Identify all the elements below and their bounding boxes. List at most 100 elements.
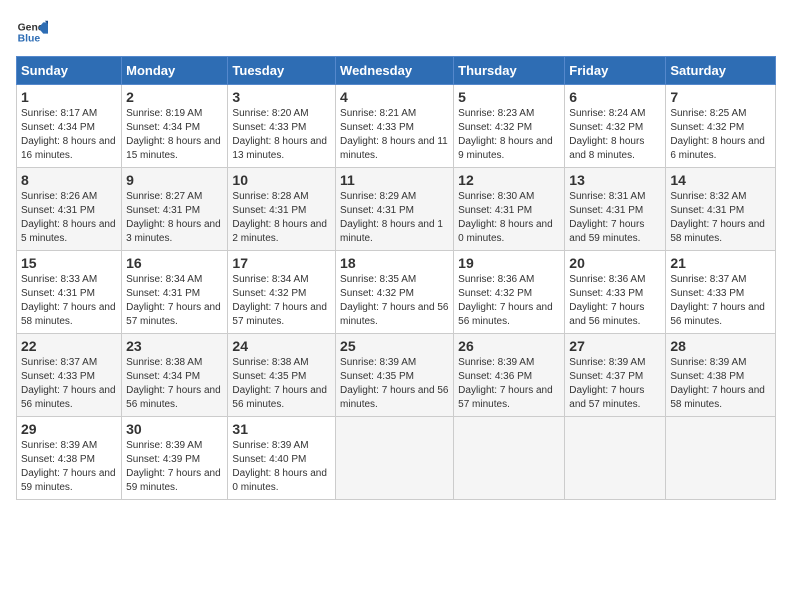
- daylight: Daylight: 7 hours and 57 minutes.: [232, 302, 327, 327]
- sunset: Sunset: 4:33 PM: [670, 288, 744, 299]
- calendar-cell: [565, 417, 666, 500]
- sunrise: Sunrise: 8:38 AM: [232, 357, 308, 368]
- day-info: Sunrise: 8:28 AM Sunset: 4:31 PM Dayligh…: [232, 190, 331, 246]
- header-row: SundayMondayTuesdayWednesdayThursdayFrid…: [17, 57, 776, 85]
- calendar-week-4: 22 Sunrise: 8:37 AM Sunset: 4:33 PM Dayl…: [17, 334, 776, 417]
- calendar-cell: 6 Sunrise: 8:24 AM Sunset: 4:32 PM Dayli…: [565, 85, 666, 168]
- day-number: 9: [126, 172, 223, 188]
- day-info: Sunrise: 8:33 AM Sunset: 4:31 PM Dayligh…: [21, 273, 117, 329]
- sunrise: Sunrise: 8:37 AM: [21, 357, 97, 368]
- calendar-cell: 10 Sunrise: 8:28 AM Sunset: 4:31 PM Dayl…: [228, 168, 336, 251]
- calendar-week-5: 29 Sunrise: 8:39 AM Sunset: 4:38 PM Dayl…: [17, 417, 776, 500]
- sunrise: Sunrise: 8:39 AM: [569, 357, 645, 368]
- sunset: Sunset: 4:32 PM: [569, 122, 643, 133]
- calendar-cell: 28 Sunrise: 8:39 AM Sunset: 4:38 PM Dayl…: [666, 334, 776, 417]
- daylight: Daylight: 8 hours and 2 minutes.: [232, 219, 327, 244]
- day-number: 3: [232, 89, 331, 105]
- sunrise: Sunrise: 8:20 AM: [232, 108, 308, 119]
- daylight: Daylight: 7 hours and 57 minutes.: [126, 302, 221, 327]
- calendar-cell: 4 Sunrise: 8:21 AM Sunset: 4:33 PM Dayli…: [336, 85, 454, 168]
- day-info: Sunrise: 8:39 AM Sunset: 4:38 PM Dayligh…: [21, 439, 117, 495]
- calendar-cell: 22 Sunrise: 8:37 AM Sunset: 4:33 PM Dayl…: [17, 334, 122, 417]
- day-number: 26: [458, 338, 560, 354]
- sunset: Sunset: 4:34 PM: [126, 122, 200, 133]
- sunrise: Sunrise: 8:31 AM: [569, 191, 645, 202]
- day-number: 14: [670, 172, 771, 188]
- day-number: 24: [232, 338, 331, 354]
- sunrise: Sunrise: 8:39 AM: [126, 440, 202, 451]
- sunrise: Sunrise: 8:33 AM: [21, 274, 97, 285]
- sunrise: Sunrise: 8:17 AM: [21, 108, 97, 119]
- daylight: Daylight: 8 hours and 5 minutes.: [21, 219, 116, 244]
- day-number: 6: [569, 89, 661, 105]
- calendar-cell: 30 Sunrise: 8:39 AM Sunset: 4:39 PM Dayl…: [122, 417, 228, 500]
- day-info: Sunrise: 8:23 AM Sunset: 4:32 PM Dayligh…: [458, 107, 560, 163]
- calendar-week-1: 1 Sunrise: 8:17 AM Sunset: 4:34 PM Dayli…: [17, 85, 776, 168]
- weekday-header-tuesday: Tuesday: [228, 57, 336, 85]
- day-number: 30: [126, 421, 223, 437]
- weekday-header-saturday: Saturday: [666, 57, 776, 85]
- daylight: Daylight: 7 hours and 56 minutes.: [458, 302, 553, 327]
- sunset: Sunset: 4:33 PM: [21, 371, 95, 382]
- calendar-cell: [336, 417, 454, 500]
- day-info: Sunrise: 8:38 AM Sunset: 4:34 PM Dayligh…: [126, 356, 223, 412]
- sunrise: Sunrise: 8:34 AM: [232, 274, 308, 285]
- calendar-cell: 17 Sunrise: 8:34 AM Sunset: 4:32 PM Dayl…: [228, 251, 336, 334]
- sunset: Sunset: 4:31 PM: [232, 205, 306, 216]
- daylight: Daylight: 7 hours and 58 minutes.: [670, 219, 765, 244]
- daylight: Daylight: 7 hours and 59 minutes.: [21, 468, 116, 493]
- day-info: Sunrise: 8:34 AM Sunset: 4:32 PM Dayligh…: [232, 273, 331, 329]
- sunset: Sunset: 4:31 PM: [458, 205, 532, 216]
- day-number: 12: [458, 172, 560, 188]
- calendar-cell: 20 Sunrise: 8:36 AM Sunset: 4:33 PM Dayl…: [565, 251, 666, 334]
- sunrise: Sunrise: 8:30 AM: [458, 191, 534, 202]
- sunrise: Sunrise: 8:28 AM: [232, 191, 308, 202]
- sunrise: Sunrise: 8:24 AM: [569, 108, 645, 119]
- day-info: Sunrise: 8:32 AM Sunset: 4:31 PM Dayligh…: [670, 190, 771, 246]
- calendar-table: SundayMondayTuesdayWednesdayThursdayFrid…: [16, 56, 776, 500]
- day-info: Sunrise: 8:21 AM Sunset: 4:33 PM Dayligh…: [340, 107, 449, 163]
- day-number: 16: [126, 255, 223, 271]
- sunset: Sunset: 4:33 PM: [232, 122, 306, 133]
- day-number: 13: [569, 172, 661, 188]
- day-info: Sunrise: 8:31 AM Sunset: 4:31 PM Dayligh…: [569, 190, 661, 246]
- calendar-cell: 1 Sunrise: 8:17 AM Sunset: 4:34 PM Dayli…: [17, 85, 122, 168]
- calendar-cell: 23 Sunrise: 8:38 AM Sunset: 4:34 PM Dayl…: [122, 334, 228, 417]
- calendar-cell: 15 Sunrise: 8:33 AM Sunset: 4:31 PM Dayl…: [17, 251, 122, 334]
- day-number: 18: [340, 255, 449, 271]
- sunrise: Sunrise: 8:38 AM: [126, 357, 202, 368]
- calendar-cell: 29 Sunrise: 8:39 AM Sunset: 4:38 PM Dayl…: [17, 417, 122, 500]
- calendar-cell: 19 Sunrise: 8:36 AM Sunset: 4:32 PM Dayl…: [454, 251, 565, 334]
- day-info: Sunrise: 8:34 AM Sunset: 4:31 PM Dayligh…: [126, 273, 223, 329]
- sunrise: Sunrise: 8:34 AM: [126, 274, 202, 285]
- sunrise: Sunrise: 8:39 AM: [21, 440, 97, 451]
- day-info: Sunrise: 8:36 AM Sunset: 4:33 PM Dayligh…: [569, 273, 661, 329]
- sunrise: Sunrise: 8:39 AM: [670, 357, 746, 368]
- day-number: 1: [21, 89, 117, 105]
- calendar-cell: 24 Sunrise: 8:38 AM Sunset: 4:35 PM Dayl…: [228, 334, 336, 417]
- day-number: 23: [126, 338, 223, 354]
- daylight: Daylight: 8 hours and 13 minutes.: [232, 136, 327, 161]
- day-info: Sunrise: 8:39 AM Sunset: 4:37 PM Dayligh…: [569, 356, 661, 412]
- calendar-cell: 26 Sunrise: 8:39 AM Sunset: 4:36 PM Dayl…: [454, 334, 565, 417]
- weekday-header-friday: Friday: [565, 57, 666, 85]
- weekday-header-sunday: Sunday: [17, 57, 122, 85]
- calendar-cell: 31 Sunrise: 8:39 AM Sunset: 4:40 PM Dayl…: [228, 417, 336, 500]
- day-number: 19: [458, 255, 560, 271]
- day-info: Sunrise: 8:39 AM Sunset: 4:36 PM Dayligh…: [458, 356, 560, 412]
- day-number: 17: [232, 255, 331, 271]
- day-info: Sunrise: 8:36 AM Sunset: 4:32 PM Dayligh…: [458, 273, 560, 329]
- daylight: Daylight: 7 hours and 56 minutes.: [340, 302, 448, 327]
- day-number: 10: [232, 172, 331, 188]
- day-info: Sunrise: 8:25 AM Sunset: 4:32 PM Dayligh…: [670, 107, 771, 163]
- calendar-cell: 18 Sunrise: 8:35 AM Sunset: 4:32 PM Dayl…: [336, 251, 454, 334]
- daylight: Daylight: 7 hours and 59 minutes.: [569, 219, 644, 244]
- daylight: Daylight: 7 hours and 58 minutes.: [670, 385, 765, 410]
- day-info: Sunrise: 8:37 AM Sunset: 4:33 PM Dayligh…: [670, 273, 771, 329]
- day-number: 22: [21, 338, 117, 354]
- calendar-cell: 7 Sunrise: 8:25 AM Sunset: 4:32 PM Dayli…: [666, 85, 776, 168]
- sunrise: Sunrise: 8:25 AM: [670, 108, 746, 119]
- logo: General Blue: [16, 16, 52, 48]
- day-info: Sunrise: 8:39 AM Sunset: 4:38 PM Dayligh…: [670, 356, 771, 412]
- calendar-cell: 14 Sunrise: 8:32 AM Sunset: 4:31 PM Dayl…: [666, 168, 776, 251]
